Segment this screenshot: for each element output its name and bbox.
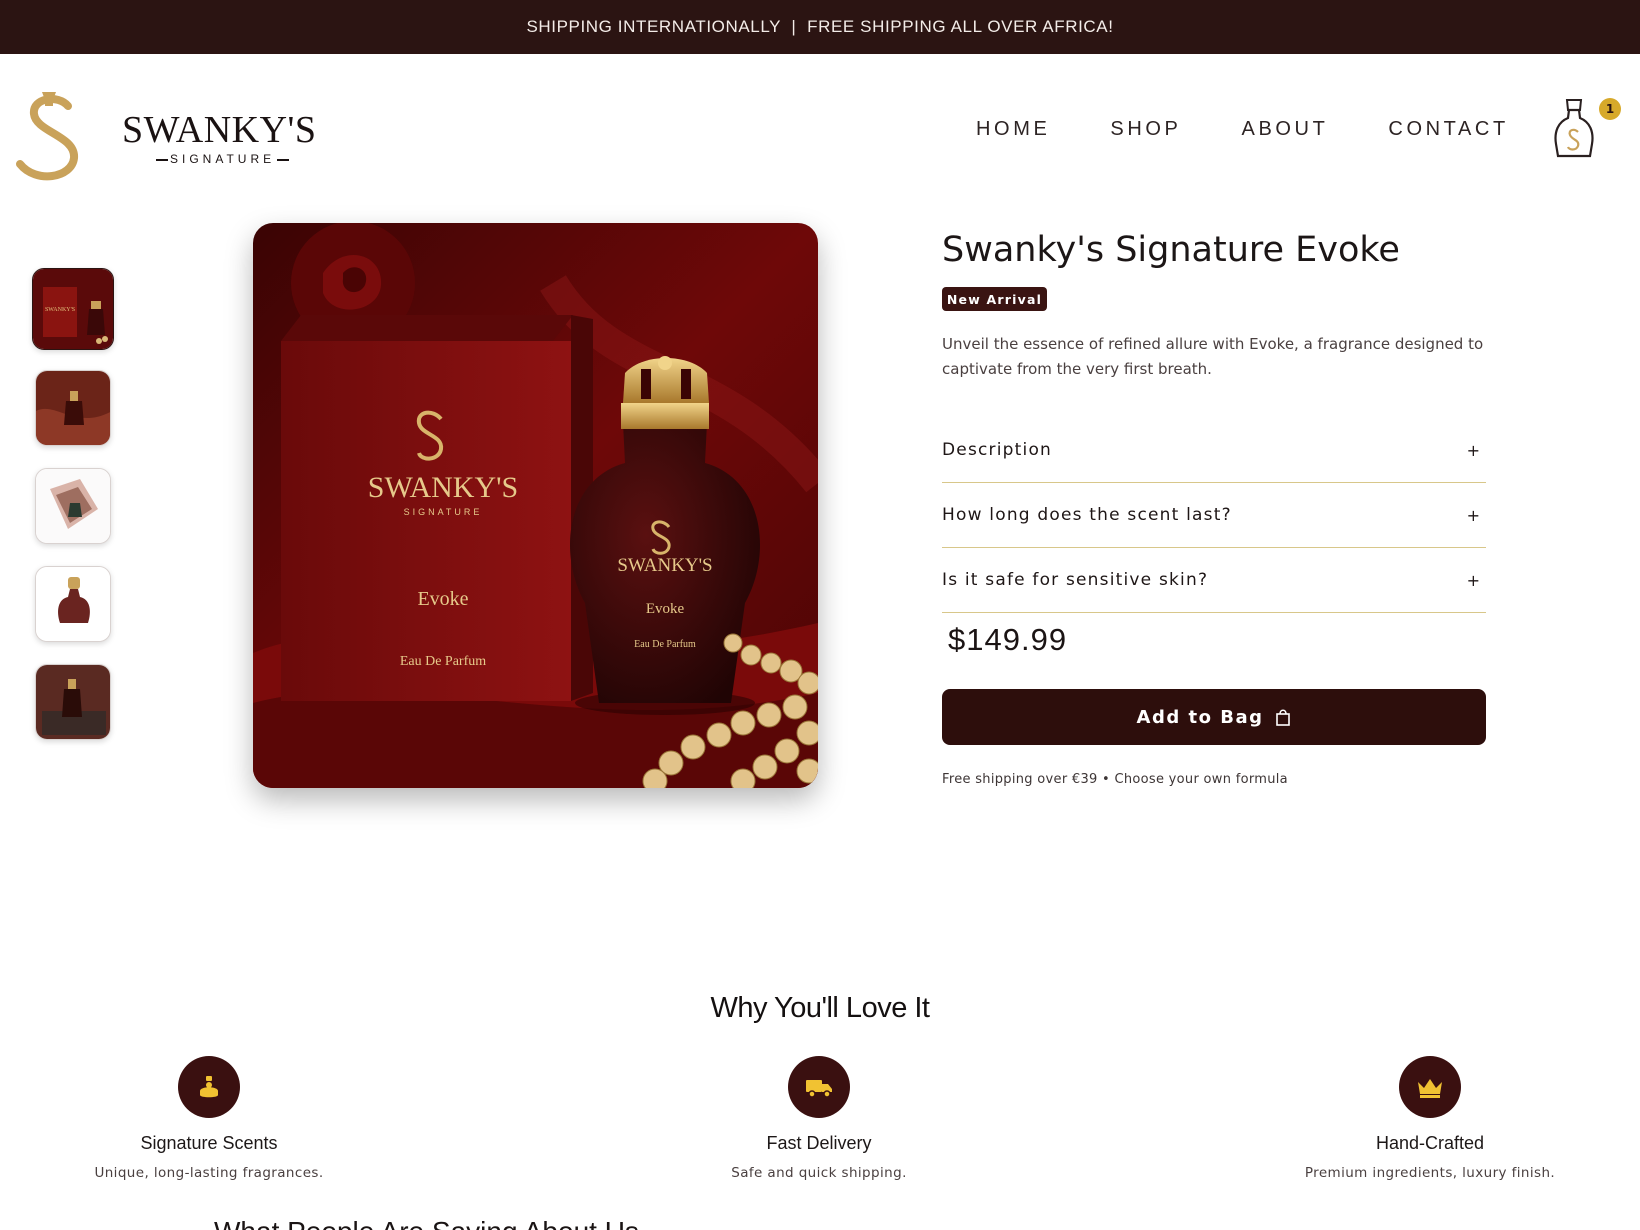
feature-desc: Unique, long-lasting fragrances. [94, 1165, 324, 1181]
logo-s-icon [16, 92, 78, 181]
thumbnail-1[interactable]: SWANKY'S [32, 268, 114, 350]
truck-icon [788, 1056, 850, 1118]
brand-name: SWANKY'S [122, 109, 317, 151]
box-tagline-text: SIGNATURE [404, 507, 483, 517]
new-arrival-badge: New Arrival [942, 287, 1047, 311]
svg-text:SWANKY'S: SWANKY'S [617, 555, 712, 576]
shipping-note: Free shipping over €39 • Choose your own… [942, 772, 1288, 787]
plus-icon[interactable]: + [1467, 506, 1480, 525]
feature-desc: Safe and quick shipping. [731, 1165, 907, 1181]
brand-tagline: SIGNATURE [154, 152, 291, 166]
thumbnail-3[interactable] [35, 468, 111, 544]
accordion-description[interactable]: Description + [942, 418, 1486, 483]
nav-home[interactable]: HOME [976, 118, 1050, 148]
box-product-name: Evoke [417, 588, 468, 610]
accordion-label: How long does the scent last? [942, 505, 1232, 525]
svg-text:Evoke: Evoke [646, 601, 685, 617]
svg-text:Eau De Parfum: Eau De Parfum [634, 639, 696, 650]
thumbnail-5[interactable] [35, 664, 111, 740]
svg-text:SWANKY'S: SWANKY'S [45, 307, 75, 313]
feature-hand-crafted: Hand-Crafted Premium ingredients, luxury… [1250, 1056, 1610, 1181]
product-price: $149.99 [948, 622, 1068, 657]
thumbnail-2[interactable] [35, 370, 111, 446]
add-to-bag-button[interactable]: Add to Bag [942, 689, 1486, 745]
feature-signature-scents: Signature Scents Unique, long-lasting fr… [29, 1056, 389, 1181]
nav-about[interactable]: ABOUT [1242, 118, 1329, 148]
cart-bottle-icon[interactable] [1550, 96, 1598, 162]
why-section-title: Why You'll Love It [710, 992, 930, 1024]
shopping-bag-icon [1276, 709, 1291, 726]
plus-icon[interactable]: + [1467, 571, 1480, 590]
feature-desc: Premium ingredients, luxury finish. [1304, 1165, 1556, 1181]
accordion-scent-duration[interactable]: How long does the scent last? + [942, 483, 1486, 548]
box-brand-text: SWANKY'S [368, 471, 518, 504]
product-main-image: SWANKY'S SIGNATURE Evoke Eau De Parfum S… [253, 223, 818, 788]
main-nav: HOME SHOP ABOUT CONTACT [976, 118, 1569, 148]
announcement-bar: SHIPPING INTERNATIONALLY | FREE SHIPPING… [0, 0, 1640, 54]
accordion-label: Description [942, 440, 1053, 460]
thumbnail-4[interactable] [35, 566, 111, 642]
product-blurb: Unveil the essence of refined allure wit… [942, 335, 1484, 378]
testimonials-heading: What People Are Saying About Us [214, 1216, 639, 1230]
feature-title: Hand-Crafted [1375, 1133, 1485, 1153]
box-type-text: Eau De Parfum [400, 654, 486, 669]
add-to-bag-label: Add to Bag [1136, 706, 1264, 728]
feature-title: Signature Scents [140, 1133, 278, 1153]
cart-count-badge: 1 [1599, 98, 1621, 120]
nav-contact[interactable]: CONTACT [1388, 118, 1508, 148]
product-accordion: Description + How long does the scent la… [942, 418, 1486, 613]
accordion-sensitive-skin[interactable]: Is it safe for sensitive skin? + [942, 548, 1486, 613]
nav-shop[interactable]: SHOP [1110, 118, 1181, 148]
accordion-label: Is it safe for sensitive skin? [942, 570, 1209, 590]
feature-fast-delivery: Fast Delivery Safe and quick shipping. [639, 1056, 999, 1181]
plus-icon[interactable]: + [1467, 441, 1480, 460]
feature-title: Fast Delivery [766, 1133, 872, 1153]
perfume-icon [178, 1056, 240, 1118]
crown-icon [1399, 1056, 1461, 1118]
product-title: Swanky's Signature Evoke [942, 230, 1400, 270]
brand-logo[interactable]: SWANKY'S SIGNATURE [12, 84, 342, 184]
